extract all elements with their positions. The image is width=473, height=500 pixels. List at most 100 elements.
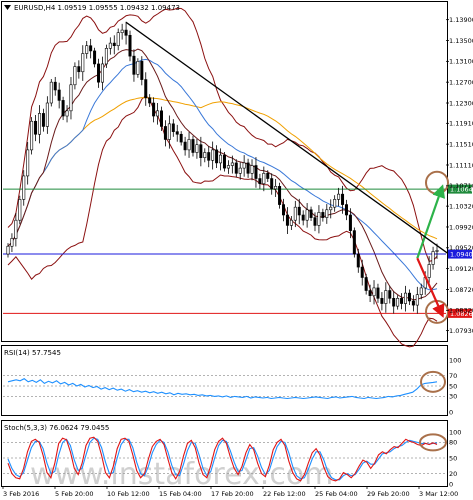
candle-body bbox=[104, 48, 108, 65]
candle-body bbox=[49, 81, 53, 104]
candle-body bbox=[364, 277, 368, 291]
candle-body bbox=[81, 53, 85, 73]
candle-body bbox=[246, 162, 250, 174]
candle-body bbox=[274, 186, 278, 190]
candle-body bbox=[195, 144, 199, 153]
candle-body bbox=[136, 61, 140, 75]
candle-body bbox=[97, 63, 101, 83]
candle-body bbox=[57, 89, 61, 101]
candle-body bbox=[407, 292, 411, 302]
candle-body bbox=[301, 214, 305, 221]
candle-body bbox=[278, 186, 282, 205]
candle-body bbox=[313, 217, 317, 226]
candle-body bbox=[156, 110, 160, 117]
candle-body bbox=[18, 199, 22, 221]
candle-body bbox=[344, 204, 348, 216]
oscillator-tick-label: 50 bbox=[449, 454, 457, 462]
candle-body bbox=[152, 102, 156, 117]
candle-body bbox=[65, 110, 69, 117]
candle-body bbox=[309, 209, 313, 218]
x-tick-label: 29 Feb 20:00 bbox=[367, 490, 410, 498]
y-tick-label: 1.13900 bbox=[449, 16, 473, 24]
stoch-title: Stoch(5,3,3) 76.0624 79.0455 bbox=[4, 424, 109, 432]
candle-body bbox=[120, 29, 124, 33]
candle-body bbox=[53, 81, 57, 91]
candle-body bbox=[396, 298, 400, 307]
oscillator-tick-label: 70 bbox=[449, 372, 457, 380]
candle-body bbox=[376, 287, 380, 299]
x-tick-label: 25 Feb 04:00 bbox=[315, 490, 358, 498]
candle-body bbox=[356, 253, 360, 268]
candle-body bbox=[144, 79, 148, 99]
candle-body bbox=[222, 154, 226, 169]
candle-body bbox=[89, 45, 93, 52]
y-tick-label: 1.07930 bbox=[449, 327, 473, 335]
oscillator-tick-label: 80 bbox=[449, 439, 457, 447]
candle-body bbox=[372, 287, 376, 297]
x-tick-label: 3 Feb 2016 bbox=[3, 490, 39, 498]
candle-body bbox=[321, 212, 325, 218]
candle-body bbox=[282, 204, 286, 216]
candle-body bbox=[380, 298, 384, 304]
candle-body bbox=[6, 245, 10, 255]
candle-body bbox=[22, 175, 26, 200]
oscillator-tick-label: 20 bbox=[449, 470, 457, 478]
candle-body bbox=[175, 131, 179, 135]
y-tick-label: 1.12700 bbox=[449, 78, 473, 86]
y-tick-label: 1.08320 bbox=[449, 307, 473, 315]
candle-body bbox=[329, 206, 333, 211]
candle-body bbox=[411, 300, 415, 306]
candle-body bbox=[116, 32, 120, 47]
candle-body bbox=[266, 173, 270, 179]
candle-body bbox=[73, 66, 77, 86]
candle-body bbox=[100, 63, 104, 83]
candle-body bbox=[34, 120, 38, 135]
y-tick-label: 1.10320 bbox=[449, 202, 473, 210]
y-tick-label: 1.09520 bbox=[449, 244, 473, 252]
candle-body bbox=[242, 162, 246, 169]
oscillator-tick-label: 100 bbox=[449, 356, 461, 364]
y-tick-label: 1.11110 bbox=[449, 161, 473, 169]
candle-body bbox=[317, 212, 321, 226]
candle-body bbox=[388, 290, 392, 299]
x-tick-label: 15 Feb 04:00 bbox=[159, 490, 202, 498]
candle-body bbox=[37, 113, 41, 135]
candle-body bbox=[61, 100, 65, 117]
rsi-panel bbox=[1, 345, 448, 416]
candle-body bbox=[341, 193, 345, 205]
candle-body bbox=[226, 165, 230, 169]
y-tick-label: 1.08720 bbox=[449, 286, 473, 294]
candle-body bbox=[258, 178, 262, 185]
oscillator-tick-label: 30 bbox=[449, 393, 457, 401]
candle-body bbox=[183, 141, 187, 151]
candle-body bbox=[93, 50, 97, 65]
candle-body bbox=[415, 294, 419, 306]
candle-body bbox=[128, 34, 132, 57]
candle-body bbox=[30, 120, 34, 151]
x-tick-label: 5 Feb 20:00 bbox=[55, 490, 94, 498]
y-tick-label: 1.12300 bbox=[449, 99, 473, 107]
candle-body bbox=[159, 110, 163, 127]
x-tick-label: 17 Feb 20:00 bbox=[211, 490, 254, 498]
candle-body bbox=[234, 162, 238, 174]
x-tick-label: 10 Feb 12:00 bbox=[107, 490, 150, 498]
candle-body bbox=[435, 250, 439, 252]
candle-body bbox=[179, 133, 183, 143]
x-tick-label: 3 Mar 12:00 bbox=[419, 490, 458, 498]
candle-body bbox=[203, 152, 207, 158]
candle-body bbox=[333, 199, 337, 208]
candle-body bbox=[368, 290, 372, 297]
candle-body bbox=[360, 266, 364, 278]
candle-body bbox=[262, 173, 266, 185]
rsi-title: RSI(14) 57.7545 bbox=[4, 349, 61, 357]
candle-body bbox=[404, 292, 408, 304]
trading-chart[interactable]: www.instaforex.com 1.106471.094001.08261… bbox=[0, 0, 473, 500]
candle-body bbox=[77, 66, 81, 73]
candle-body bbox=[207, 152, 211, 161]
candle-body bbox=[132, 55, 136, 75]
candle-body bbox=[163, 126, 167, 140]
candle-body bbox=[69, 84, 73, 112]
candle-body bbox=[108, 42, 112, 49]
candle-body bbox=[289, 219, 293, 226]
y-tick-label: 1.11910 bbox=[449, 120, 473, 128]
